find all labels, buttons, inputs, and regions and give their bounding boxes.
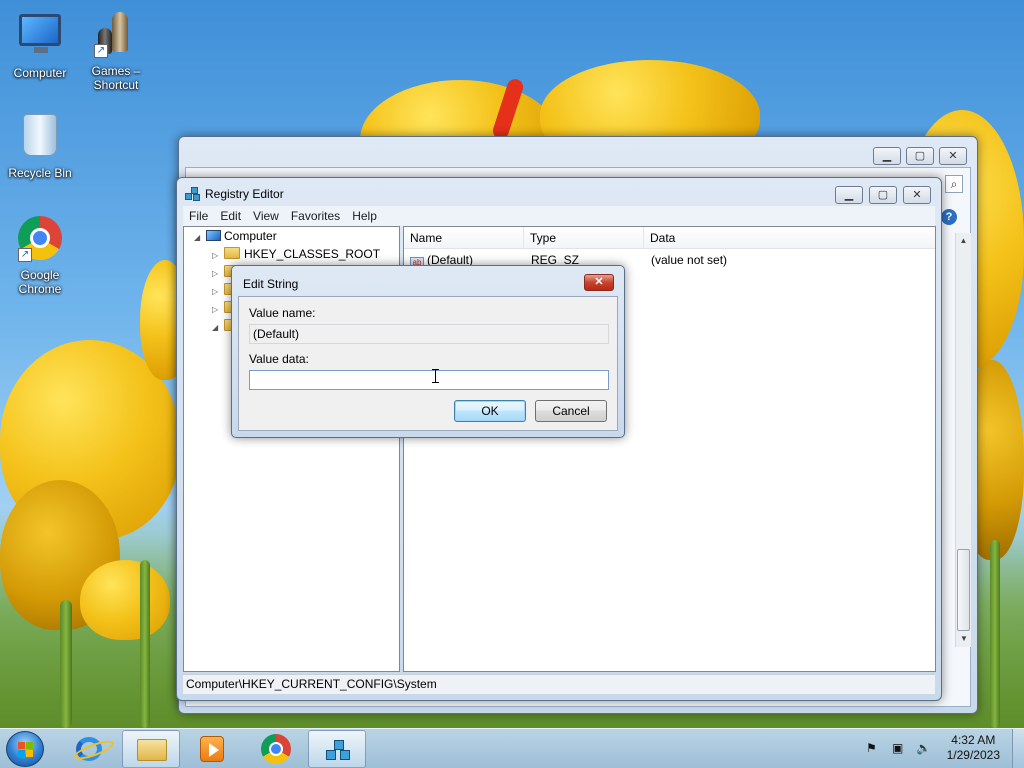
computer-icon bbox=[16, 14, 64, 62]
dialog-title: Edit String bbox=[243, 277, 299, 291]
ok-button[interactable]: OK bbox=[454, 400, 526, 422]
value-data-label: Value data: bbox=[249, 352, 309, 366]
internet-explorer-icon bbox=[76, 737, 102, 761]
registry-editor-window[interactable]: Registry Editor ▁ ▢ ✕ File Edit View Favori… bbox=[176, 177, 942, 701]
taskbar-media-player[interactable] bbox=[184, 730, 242, 768]
chrome-icon bbox=[261, 734, 291, 764]
column-header-name[interactable]: Name bbox=[404, 227, 524, 249]
chrome-icon: ↗ bbox=[16, 216, 64, 264]
column-header-data[interactable]: Data bbox=[644, 227, 935, 249]
close-button[interactable]: ✕ bbox=[939, 147, 967, 165]
show-desktop-button[interactable] bbox=[1012, 729, 1024, 768]
text-cursor-icon bbox=[432, 369, 439, 383]
scroll-thumb[interactable] bbox=[957, 549, 970, 631]
shortcut-arrow-icon: ↗ bbox=[94, 44, 108, 58]
clock-time: 4:32 AM bbox=[951, 733, 996, 747]
desktop-icon-recycle-bin[interactable]: Recycle Bin bbox=[2, 112, 78, 180]
chess-icon: ↗ bbox=[92, 12, 140, 60]
folder-icon bbox=[137, 739, 167, 761]
menu-view[interactable]: View bbox=[247, 206, 285, 224]
menu-edit[interactable]: Edit bbox=[214, 206, 247, 224]
volume-muted-icon[interactable]: 🔈 bbox=[916, 741, 931, 755]
wallpaper-tulip bbox=[80, 560, 170, 640]
windows-logo-icon bbox=[18, 742, 34, 758]
scrollbar[interactable]: ▲ ▼ bbox=[955, 233, 971, 647]
window-title: Registry Editor bbox=[205, 187, 284, 201]
column-header-type[interactable]: Type bbox=[524, 227, 644, 249]
folder-icon bbox=[224, 247, 240, 259]
status-path: Computer\HKEY_CURRENT_CONFIG\System bbox=[186, 677, 437, 691]
desktop-icon-label: Games – Shortcut bbox=[91, 64, 141, 92]
tree-item-hkcr[interactable]: ▷ HKEY_CLASSES_ROOT bbox=[212, 245, 380, 263]
taskbar-ie[interactable] bbox=[60, 730, 118, 768]
tree-item-label: Computer bbox=[224, 229, 277, 243]
help-icon[interactable]: ? bbox=[941, 209, 957, 225]
wallpaper-stem bbox=[140, 560, 150, 728]
value-name-label: Value name: bbox=[249, 306, 316, 320]
taskbar-regedit[interactable] bbox=[308, 730, 366, 768]
registry-editor-icon bbox=[185, 185, 201, 201]
title-bar[interactable]: Registry Editor ▁ ▢ ✕ bbox=[177, 178, 941, 206]
dialog-body: Value name: (Default) Value data: OK Can… bbox=[238, 296, 618, 431]
media-player-icon bbox=[200, 736, 224, 762]
scroll-up-icon[interactable]: ▲ bbox=[956, 233, 971, 249]
value-data: (value not set) bbox=[651, 253, 728, 267]
start-button[interactable] bbox=[6, 731, 44, 767]
clock-date: 1/29/2023 bbox=[946, 748, 1000, 762]
status-bar: Computer\HKEY_CURRENT_CONFIG\System bbox=[183, 674, 935, 694]
menu-file[interactable]: File bbox=[183, 206, 214, 224]
dialog-close-button[interactable]: ✕ bbox=[584, 274, 614, 291]
close-button[interactable]: ✕ bbox=[903, 186, 931, 204]
recycle-bin-icon bbox=[16, 114, 64, 162]
search-icon[interactable]: ⌕ bbox=[945, 175, 963, 193]
desktop-icon-label: Google Chrome bbox=[18, 268, 62, 296]
desktop-icon-games[interactable]: ↗ Games – Shortcut bbox=[78, 10, 154, 92]
desktop-icon-chrome[interactable]: ↗ Google Chrome bbox=[2, 214, 78, 296]
value-data-input[interactable] bbox=[249, 370, 609, 390]
collapse-arrow-icon[interactable]: ◢ bbox=[212, 319, 222, 337]
taskbar-explorer[interactable] bbox=[122, 730, 180, 768]
collapse-arrow-icon[interactable]: ◢ bbox=[194, 229, 204, 247]
wallpaper-stem bbox=[60, 600, 72, 728]
tree-item-computer[interactable]: ◢ Computer bbox=[194, 227, 277, 245]
maximize-button[interactable]: ▢ bbox=[906, 147, 934, 165]
menu-help[interactable]: Help bbox=[346, 206, 383, 224]
cancel-button[interactable]: Cancel bbox=[535, 400, 607, 422]
tree-item-label: HKEY_CLASSES_ROOT bbox=[244, 247, 381, 261]
taskbar: ⚑ ▣ 🔈 4:32 AM 1/29/2023 bbox=[0, 728, 1024, 768]
menu-favorites[interactable]: Favorites bbox=[285, 206, 346, 224]
network-icon[interactable]: ▣ bbox=[892, 741, 903, 755]
edit-string-dialog[interactable]: Edit String ✕ Value name: (Default) Valu… bbox=[231, 265, 625, 438]
computer-icon bbox=[206, 230, 221, 241]
minimize-button[interactable]: ▁ bbox=[835, 186, 863, 204]
registry-editor-icon bbox=[324, 736, 352, 764]
maximize-button[interactable]: ▢ bbox=[869, 186, 897, 204]
scroll-down-icon[interactable]: ▼ bbox=[956, 631, 972, 647]
wallpaper-stem bbox=[990, 540, 1000, 728]
minimize-button[interactable]: ▁ bbox=[873, 147, 901, 165]
desktop-icon-label: Recycle Bin bbox=[8, 166, 72, 180]
action-center-flag-icon[interactable]: ⚑ bbox=[866, 741, 877, 755]
menu-bar: File Edit View Favorites Help bbox=[183, 206, 935, 226]
clock[interactable]: 4:32 AM 1/29/2023 bbox=[947, 733, 1000, 763]
shortcut-arrow-icon: ↗ bbox=[18, 248, 32, 262]
desktop-icon-computer[interactable]: Computer bbox=[2, 10, 78, 80]
value-name-field: (Default) bbox=[249, 324, 609, 344]
taskbar-chrome[interactable] bbox=[246, 730, 304, 768]
desktop-icon-label: Computer bbox=[13, 66, 67, 80]
